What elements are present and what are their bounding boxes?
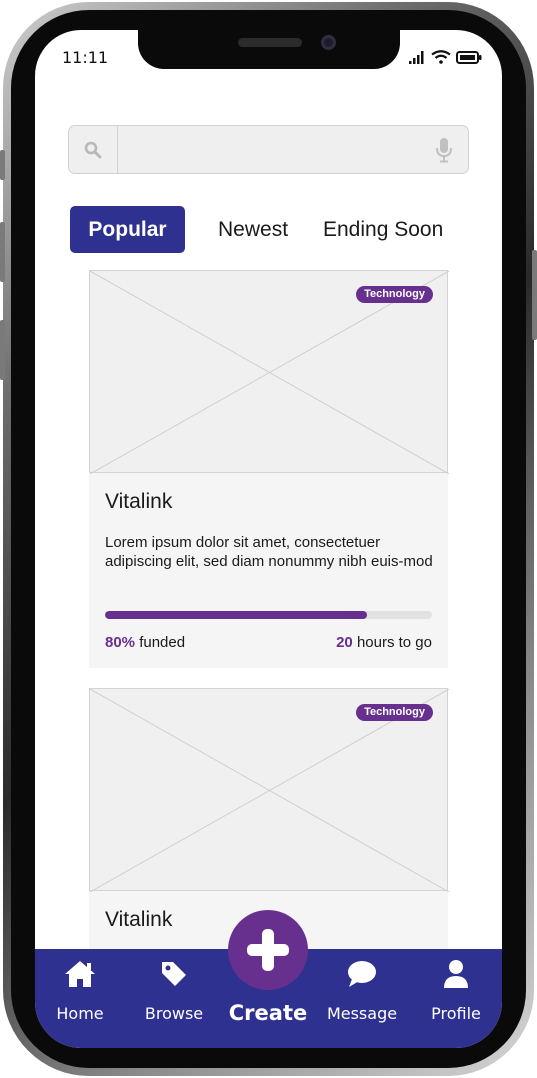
status-time: 11:11 [62,48,109,67]
nav-create-label: Create [228,1001,308,1025]
funded-stat: 80% funded [105,634,185,651]
nav-profile[interactable]: Profile [409,949,502,1048]
nav-browse[interactable]: Browse [127,949,221,1048]
card-title: Vitalink [105,490,173,513]
funded-percent: 80% [105,634,136,651]
speaker-grille [238,38,302,47]
category-badge: Technology [356,704,433,721]
search-button[interactable] [69,126,118,173]
tab-popular[interactable]: Popular [70,206,185,253]
nav-message-label: Message [326,1004,398,1023]
hours-label: hours to go [356,634,432,651]
create-button[interactable] [228,910,308,990]
status-icons [409,50,482,64]
nav-home-label: Home [56,1004,104,1023]
wifi-icon [431,50,451,64]
front-camera [321,35,336,50]
funding-progress-fill [105,611,367,619]
category-badge: Technology [356,286,433,303]
side-button-silent [0,150,5,180]
signal-icon [409,51,424,64]
side-button-volume-up [0,222,5,282]
tab-newest[interactable]: Newest [218,206,288,253]
nav-browse-label: Browse [144,1004,204,1023]
user-icon [444,960,468,988]
plus-icon [247,929,289,971]
battery-icon [456,51,482,64]
microphone-icon[interactable] [435,137,453,163]
nav-profile-label: Profile [431,1004,481,1023]
hours-remaining: 20 [336,634,353,651]
card-title: Vitalink [105,908,173,931]
nav-message[interactable]: Message [315,949,409,1048]
notch [138,30,400,69]
funded-label: funded [139,634,186,651]
nav-home[interactable]: Home [35,949,127,1048]
time-remaining-stat: 20 hours to go [336,634,432,651]
card-description: Lorem ipsum dolor sit amet, consectetuer… [105,534,433,570]
funding-progress-bar [105,611,432,619]
app-screen: 11:11 Popular Newest Ending Soon Technol… [35,30,502,1048]
tag-icon [162,962,186,986]
side-button-power [532,250,537,340]
search-icon [84,141,102,158]
side-button-volume-down [0,320,5,380]
tab-ending-soon[interactable]: Ending Soon [323,206,443,253]
chat-bubble-icon [348,961,376,987]
search-input[interactable] [119,126,419,173]
home-icon [65,961,95,987]
project-card[interactable]: Technology Vitalink Lorem ipsum dolor si… [89,270,449,668]
search-bar [68,125,469,174]
